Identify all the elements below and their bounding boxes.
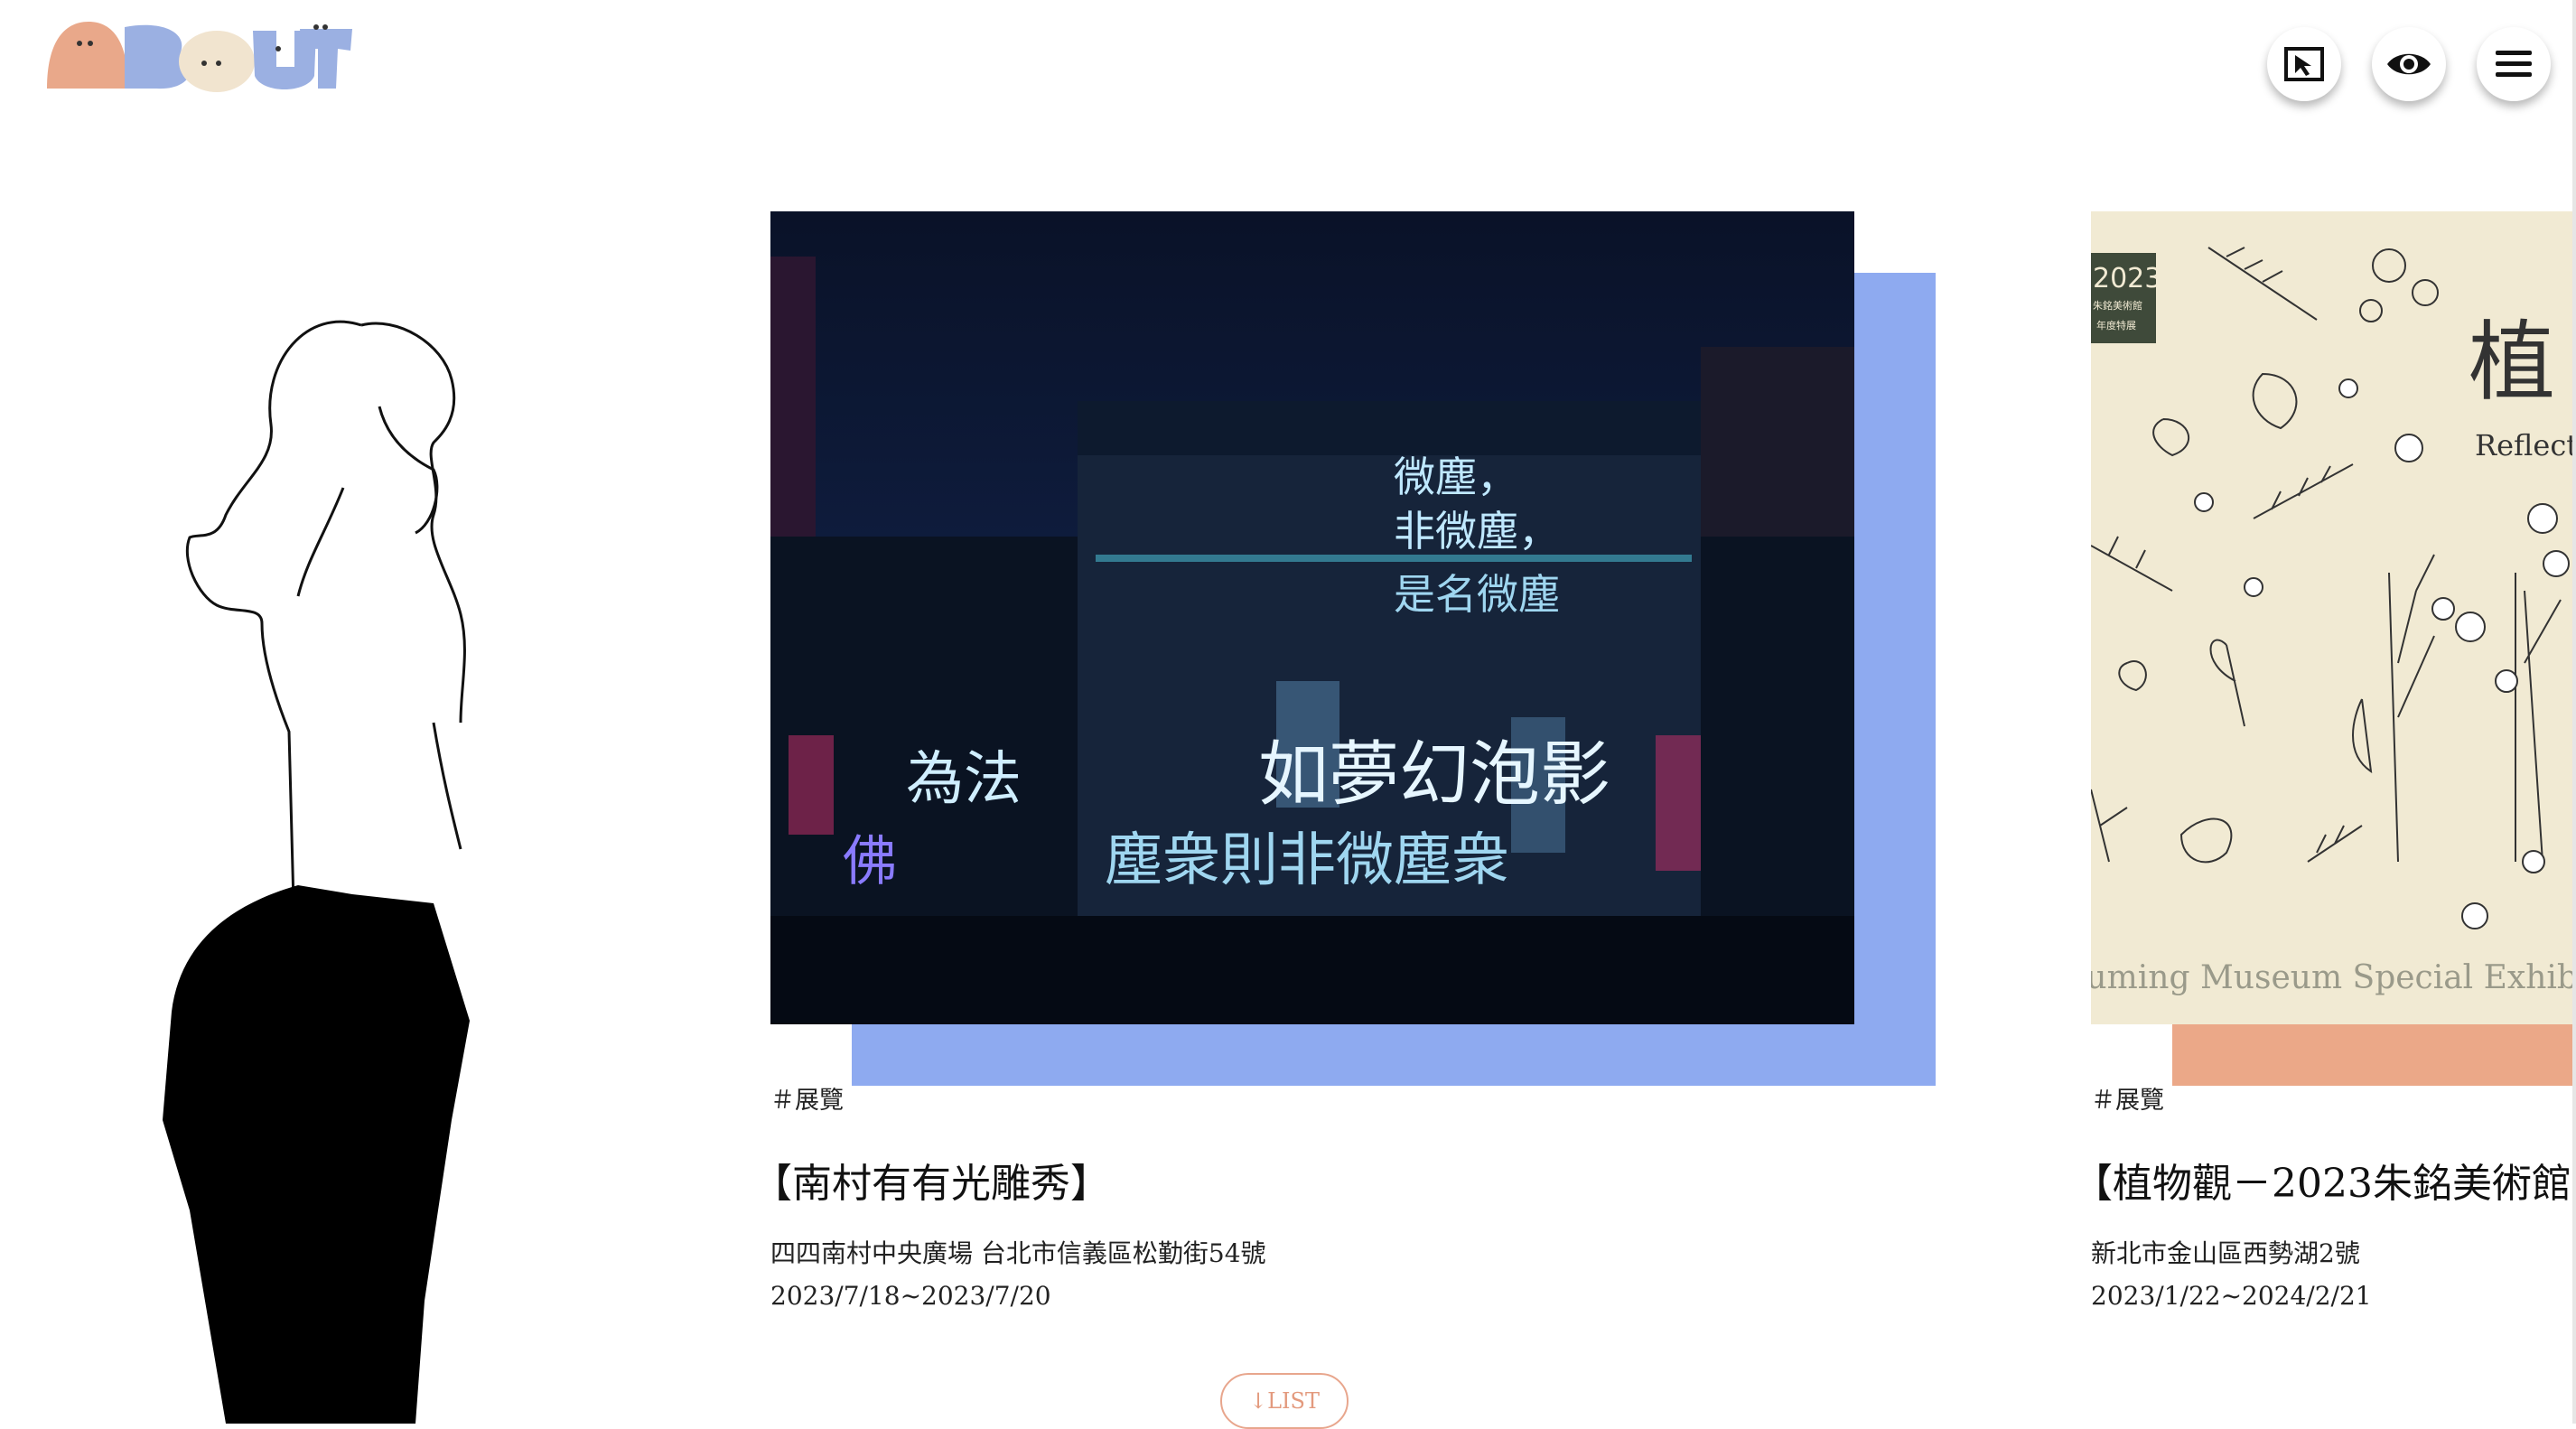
poster-year: 2023	[2093, 263, 2161, 294]
poster-special: 年度特展	[2096, 319, 2136, 332]
about-logo[interactable]	[45, 16, 352, 94]
down-arrow-icon: ↓	[1249, 1388, 1268, 1414]
list-button-label: LIST	[1267, 1388, 1320, 1414]
card-2-address: 新北市金山區西勢湖2號	[2091, 1238, 2360, 1268]
poster-english-caption: Juming Museum Special Exhibit	[2091, 959, 2572, 996]
eye-icon	[2387, 53, 2431, 75]
poster-subtitle: Reflect	[2475, 428, 2572, 462]
woman-illustration	[163, 320, 470, 1424]
card-1-tag[interactable]: ＃展覽	[770, 1080, 844, 1116]
menu-button[interactable]	[2477, 27, 2551, 101]
return-cursor-button[interactable]	[2267, 27, 2341, 101]
list-button[interactable]: ↓ LIST	[1220, 1373, 1349, 1429]
card-1-address: 四四南村中央廣場 台北市信義區松勤街54號	[770, 1238, 1266, 1268]
plant-exhibition-poster-icon: 2023 朱銘美術館 年度特展 植 Reflect Juming Museum …	[2091, 211, 2572, 1024]
card-2-image[interactable]: 2023 朱銘美術館 年度特展 植 Reflect Juming Museum …	[2091, 211, 2572, 1024]
eye-button[interactable]	[2372, 27, 2446, 101]
card-1-title[interactable]: 【南村有有光雕秀】	[752, 1151, 1110, 1209]
projection-text-4: 為法	[906, 746, 1022, 813]
projection-text-5: 如夢幻泡影	[1258, 734, 1610, 816]
poster-museum: 朱銘美術館	[2093, 299, 2142, 312]
card-2-date: 2023/1/22~2024/2/21	[2091, 1281, 2372, 1311]
projection-text-7: 塵衆則非微塵衆	[1105, 827, 1509, 894]
card-1-image[interactable]: 微塵， 非微塵， 是名微塵 為法 如夢幻泡影 佛 塵衆則非微塵衆	[770, 211, 1854, 1024]
return-cursor-icon	[2284, 47, 2324, 81]
card-2-tag[interactable]: ＃展覽	[2091, 1080, 2164, 1116]
about-logo-icon	[47, 22, 352, 92]
card-2-accent-block	[2172, 1021, 2572, 1086]
hamburger-menu-icon	[2496, 51, 2532, 77]
card-2-title[interactable]: 【植物觀－2023朱銘美術館	[2073, 1151, 2571, 1209]
scrollbar-edge[interactable]	[2572, 0, 2576, 1424]
night-projection-image-icon: 微塵， 非微塵， 是名微塵 為法 如夢幻泡影 佛 塵衆則非微塵衆	[770, 211, 1854, 1024]
projection-text-3: 是名微塵	[1394, 570, 1560, 619]
poster-title-char: 植	[2469, 312, 2555, 413]
card-1-date: 2023/7/18~2023/7/20	[770, 1281, 1051, 1311]
projection-text-1: 微塵，	[1394, 453, 1518, 501]
projection-text-2: 非微塵，	[1394, 507, 1560, 556]
projection-text-6: 佛	[843, 830, 897, 893]
